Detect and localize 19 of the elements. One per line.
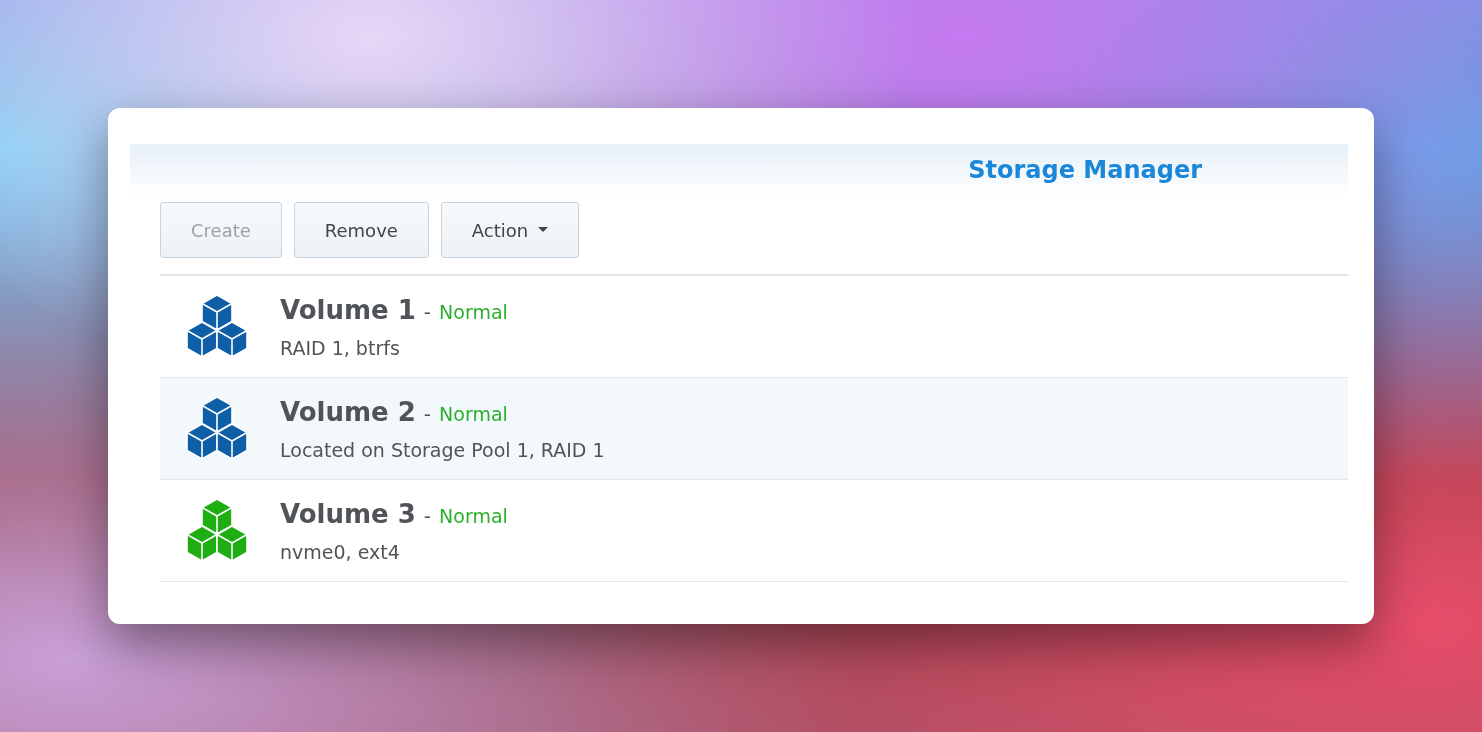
volume-row[interactable]: Volume 2 - Normal Located on Storage Pool 1, RAID 1 — [160, 378, 1348, 479]
window-title: Storage Manager — [968, 156, 1202, 184]
volume-status: Normal — [439, 300, 508, 323]
volume-detail: nvme0, ext4 — [280, 540, 401, 563]
action-dropdown-button[interactable]: Action — [440, 202, 580, 258]
toolbar-button[interactable]: Remove — [293, 202, 429, 258]
volume-detail: RAID 1, btrfs — [280, 336, 401, 359]
volume-status: Normal — [439, 402, 508, 425]
separator: - — [423, 503, 432, 528]
caret-icon — [538, 227, 549, 233]
volume-name: Volume 2 — [280, 396, 416, 427]
separator: - — [423, 401, 432, 426]
separator: - — [423, 299, 432, 324]
volume-name: Volume 3 — [280, 498, 416, 529]
volume-row[interactable]: Volume 3 - Normal nvme0, ext4 — [160, 480, 1348, 581]
volume-status: Normal — [439, 504, 508, 527]
volume-detail: Located on Storage Pool 1, RAID 1 — [280, 438, 605, 461]
volume-row[interactable]: Volume 1 - Normal RAID 1, btrfs — [160, 276, 1348, 377]
volume-name: Volume 1 — [280, 294, 416, 325]
